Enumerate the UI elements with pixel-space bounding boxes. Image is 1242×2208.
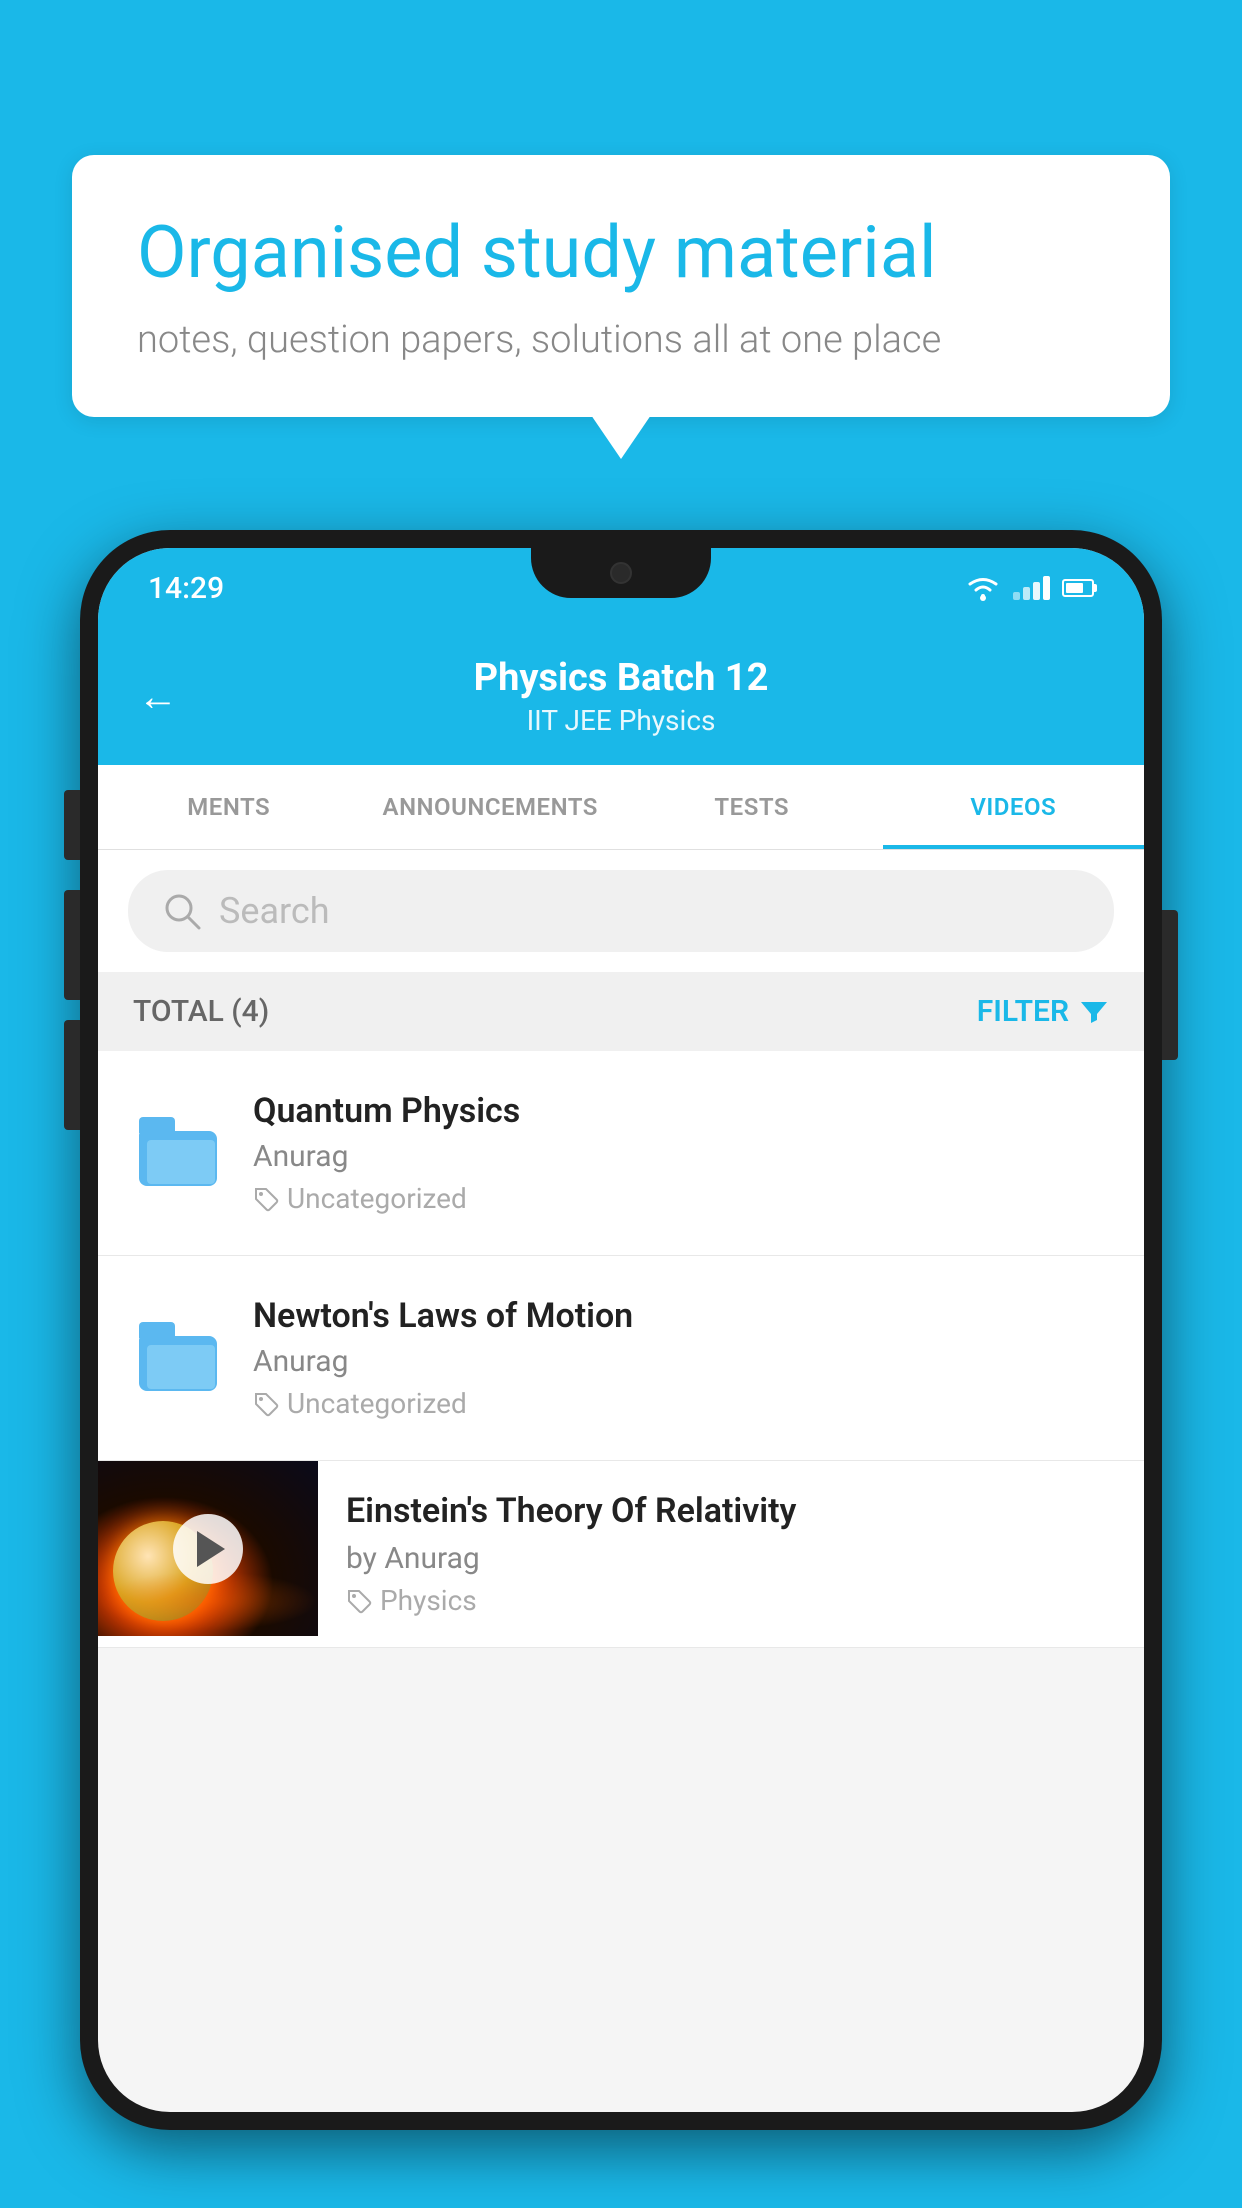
filter-icon	[1079, 997, 1109, 1027]
signal-icon	[1013, 576, 1050, 600]
item-title-newton: Newton's Laws of Motion	[253, 1296, 1109, 1336]
item-content-newton: Newton's Laws of Motion Anurag Uncategor…	[253, 1296, 1109, 1420]
item-content-quantum: Quantum Physics Anurag Uncategorized	[253, 1091, 1109, 1215]
speech-bubble: Organised study material notes, question…	[72, 155, 1170, 417]
tag-label-quantum: Uncategorized	[287, 1182, 467, 1215]
volume-down-button	[64, 890, 80, 1000]
video-author-einstein: by Anurag	[346, 1541, 1116, 1576]
speech-bubble-subtitle: notes, question papers, solutions all at…	[137, 318, 1105, 362]
item-title-quantum: Quantum Physics	[253, 1091, 1109, 1131]
back-button[interactable]: ←	[138, 673, 178, 720]
play-button-einstein[interactable]	[173, 1514, 243, 1584]
filter-button[interactable]: FILTER	[977, 994, 1109, 1029]
battery-icon	[1062, 579, 1094, 597]
search-icon	[163, 892, 201, 930]
wifi-icon	[965, 574, 1001, 602]
tag-label-einstein: Physics	[380, 1584, 477, 1617]
list-item[interactable]: Quantum Physics Anurag Uncategorized	[98, 1051, 1144, 1256]
speech-bubble-title: Organised study material	[137, 210, 1105, 296]
phone-wrapper: 14:29	[80, 530, 1162, 2208]
filter-label: FILTER	[977, 994, 1069, 1029]
speech-bubble-wrapper: Organised study material notes, question…	[72, 155, 1170, 417]
tab-ments[interactable]: MENTS	[98, 765, 360, 849]
status-bar: 14:29	[98, 548, 1144, 628]
folder-front-newton	[147, 1345, 215, 1389]
folder-icon-quantum	[139, 1121, 217, 1186]
app-header: ← Physics Batch 12 IIT JEE Physics	[98, 628, 1144, 765]
play-triangle	[197, 1531, 225, 1567]
filter-bar: TOTAL (4) FILTER	[98, 972, 1144, 1051]
folder-icon-newton	[139, 1326, 217, 1391]
video-tag-einstein: Physics	[346, 1584, 1116, 1617]
tag-icon-quantum	[253, 1186, 279, 1212]
item-tag-quantum: Uncategorized	[253, 1182, 1109, 1215]
header-title: Physics Batch 12	[208, 656, 1034, 700]
item-author-quantum: Anurag	[253, 1139, 1109, 1174]
video-content-einstein: Einstein's Theory Of Relativity by Anura…	[318, 1461, 1144, 1647]
power-button	[1162, 910, 1178, 1060]
list-container: Quantum Physics Anurag Uncategorized	[98, 1051, 1144, 1648]
battery-fill	[1066, 583, 1083, 593]
search-box[interactable]: Search	[128, 870, 1114, 952]
video-item-einstein[interactable]: Einstein's Theory Of Relativity by Anura…	[98, 1461, 1144, 1648]
tag-icon-einstein	[346, 1588, 372, 1614]
item-icon-quantum	[133, 1108, 223, 1198]
header-title-section: Physics Batch 12 IIT JEE Physics	[208, 656, 1034, 737]
volume-up-button	[64, 790, 80, 860]
tab-announcements[interactable]: ANNOUNCEMENTS	[360, 765, 622, 849]
list-item-newton[interactable]: Newton's Laws of Motion Anurag Uncategor…	[98, 1256, 1144, 1461]
status-time: 14:29	[148, 571, 224, 606]
search-placeholder: Search	[219, 890, 330, 932]
search-container: Search	[98, 850, 1144, 972]
tab-videos[interactable]: VIDEOS	[883, 765, 1145, 849]
tag-icon-newton	[253, 1391, 279, 1417]
item-icon-newton	[133, 1313, 223, 1403]
notch	[531, 548, 711, 598]
header-subtitle: IIT JEE Physics	[208, 704, 1034, 737]
video-title-einstein: Einstein's Theory Of Relativity	[346, 1491, 1116, 1531]
front-camera	[610, 562, 632, 584]
tabs-bar: MENTS ANNOUNCEMENTS TESTS VIDEOS	[98, 765, 1144, 850]
tab-tests[interactable]: TESTS	[621, 765, 883, 849]
status-icons	[965, 574, 1094, 602]
total-count: TOTAL (4)	[133, 994, 269, 1029]
folder-front	[147, 1140, 215, 1184]
silent-button	[64, 1020, 80, 1130]
item-tag-newton: Uncategorized	[253, 1387, 1109, 1420]
phone-screen: 14:29	[98, 548, 1144, 2112]
item-author-newton: Anurag	[253, 1344, 1109, 1379]
tag-label-newton: Uncategorized	[287, 1387, 467, 1420]
phone-frame: 14:29	[80, 530, 1162, 2130]
video-thumbnail-einstein	[98, 1461, 318, 1636]
